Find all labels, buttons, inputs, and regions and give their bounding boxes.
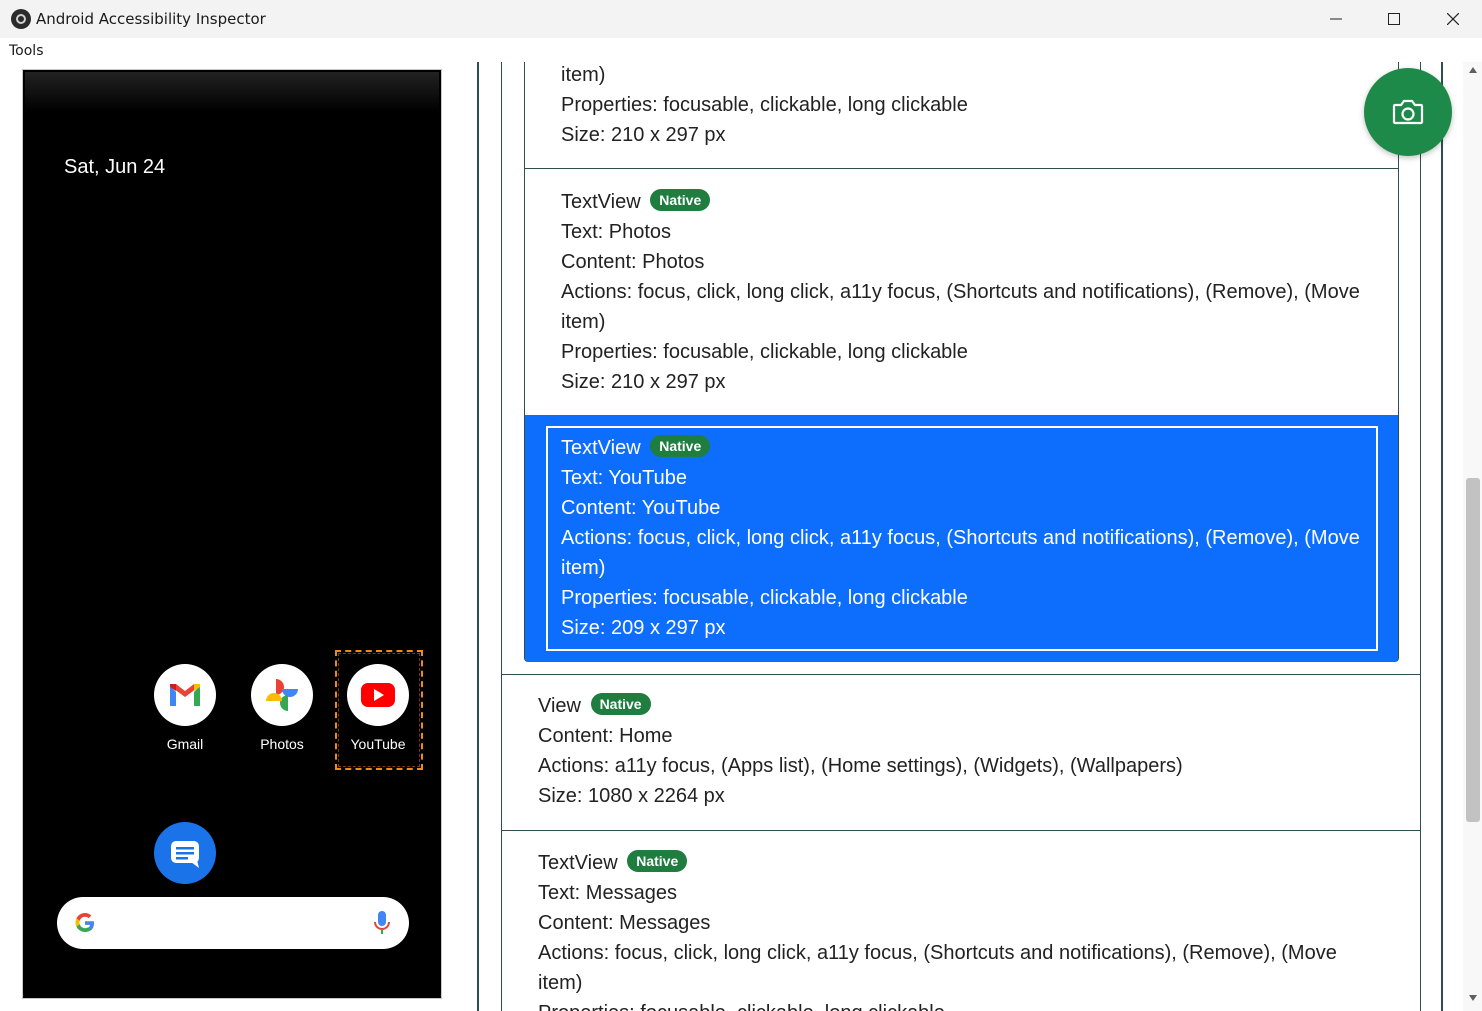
element-list-panel: item) Properties: focusable, clickable, … — [477, 62, 1443, 1011]
list-item[interactable]: item) Properties: focusable, clickable, … — [524, 62, 1399, 169]
detail-line: item) — [561, 311, 606, 333]
minimize-button[interactable] — [1307, 0, 1365, 38]
element-type: TextView — [561, 437, 641, 459]
detail-line: Actions: focus, click, long click, a11y … — [538, 942, 1337, 964]
detail-line: Properties: focusable, clickable, long c… — [538, 998, 1337, 1011]
detail-line: Size: 209 x 297 px — [561, 617, 726, 639]
close-button[interactable] — [1424, 0, 1482, 38]
detail-line: item) — [561, 557, 606, 579]
detail-line: Properties: focusable, clickable, long c… — [561, 341, 968, 363]
app-photos[interactable]: Photos — [242, 664, 322, 752]
scroll-up-arrow-icon[interactable] — [1468, 66, 1478, 74]
element-type: TextView — [538, 852, 618, 874]
google-search-bar[interactable] — [57, 897, 409, 949]
native-badge: Native — [590, 693, 651, 715]
detail-line: Properties: focusable, clickable, long c… — [561, 94, 968, 116]
menu-bar: Tools — [0, 38, 1482, 62]
selected-element-highlight — [335, 650, 423, 770]
detail-line: Content: YouTube — [561, 497, 721, 519]
detail-line: Content: Photos — [561, 251, 705, 273]
native-badge: Native — [650, 189, 711, 211]
detail-line: Text: Photos — [561, 221, 672, 243]
window-title: Android Accessibility Inspector — [36, 10, 266, 28]
detail-line: item) — [538, 972, 583, 994]
app-logo-icon — [11, 9, 31, 29]
messages-icon[interactable] — [154, 822, 216, 884]
native-badge: Native — [627, 850, 688, 872]
native-badge: Native — [650, 435, 711, 457]
detail-line: Size: 210 x 297 px — [561, 124, 726, 146]
detail-line: item) — [561, 64, 606, 86]
camera-icon — [1392, 99, 1424, 125]
device-screenshot-panel: Sat, Jun 24 Gmail Photos YouTube — [22, 69, 442, 999]
photos-icon — [251, 664, 313, 726]
gmail-icon — [154, 664, 216, 726]
scrollbar-thumb[interactable] — [1466, 478, 1480, 822]
detail-line: Text: Messages — [538, 882, 677, 904]
app-label: Photos — [260, 736, 304, 752]
list-item[interactable]: TextView Native Text: Photos Content: Ph… — [524, 169, 1399, 415]
scroll-down-arrow-icon[interactable] — [1468, 994, 1478, 1002]
google-g-icon — [75, 913, 94, 932]
list-item[interactable]: TextView Native Text: Messages Content: … — [502, 830, 1420, 1011]
close-icon — [1447, 13, 1459, 25]
detail-line: Size: 210 x 297 px — [561, 371, 726, 393]
menu-tools[interactable]: Tools — [9, 43, 44, 59]
list-item[interactable]: View Native Content: Home Actions: a11y … — [502, 674, 1420, 830]
screenshot-button[interactable] — [1364, 68, 1452, 156]
microphone-icon[interactable] — [373, 910, 391, 936]
element-type: View — [538, 695, 581, 717]
detail-line: Content: Messages — [538, 912, 711, 934]
date-widget[interactable]: Sat, Jun 24 — [64, 156, 165, 179]
device-screen[interactable]: Sat, Jun 24 Gmail Photos YouTube — [25, 72, 439, 996]
detail-line: Actions: a11y focus, (Apps list), (Home … — [538, 755, 1183, 777]
app-gmail[interactable]: Gmail — [145, 664, 225, 752]
app-label: Gmail — [166, 736, 204, 752]
title-bar: Android Accessibility Inspector — [0, 0, 1482, 38]
detail-line: Actions: focus, click, long click, a11y … — [561, 527, 1360, 549]
detail-line: Text: YouTube — [561, 467, 688, 489]
detail-line: Size: 1080 x 2264 px — [538, 785, 725, 807]
minimize-icon — [1330, 18, 1342, 20]
maximize-button[interactable] — [1365, 0, 1423, 38]
element-type: TextView — [561, 191, 641, 213]
element-list: item) Properties: focusable, clickable, … — [501, 62, 1421, 1011]
maximize-icon — [1388, 13, 1400, 25]
detail-line: Actions: focus, click, long click, a11y … — [561, 281, 1360, 303]
list-item-selected[interactable]: TextView Native Text: YouTube Content: Y… — [524, 415, 1399, 662]
detail-line: Properties: focusable, clickable, long c… — [561, 587, 968, 609]
detail-line: Content: Home — [538, 725, 673, 747]
